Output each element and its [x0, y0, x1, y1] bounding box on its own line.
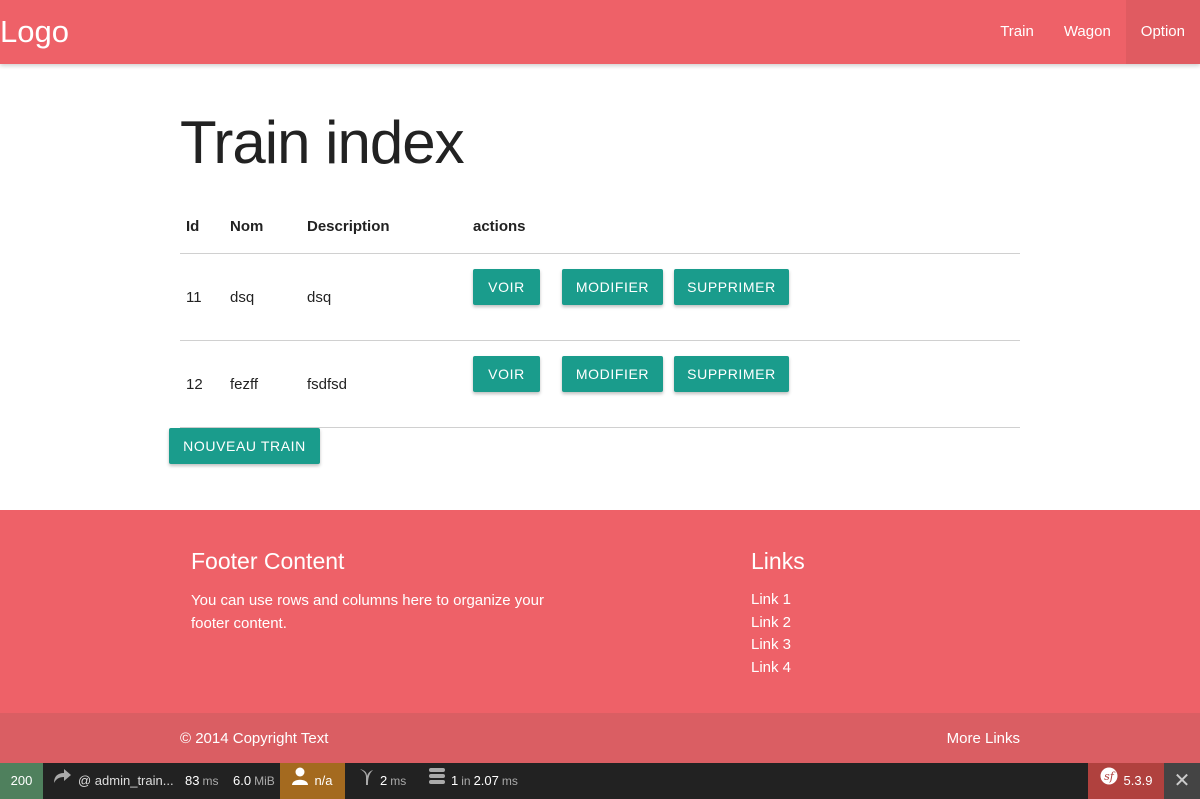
- footer-copyright-bar: © 2014 Copyright Text More Links: [0, 713, 1200, 763]
- logo[interactable]: Logo: [0, 14, 69, 50]
- twig-unit: ms: [390, 774, 407, 788]
- symfony-version-panel[interactable]: sf 5.3.9: [1088, 763, 1164, 799]
- close-icon: ✕: [1173, 770, 1191, 792]
- more-links-link[interactable]: More Links: [947, 730, 1020, 748]
- footer-link-item: Link 3: [751, 634, 791, 657]
- voir-button[interactable]: VOIR: [473, 356, 540, 392]
- close-toolbar-button[interactable]: ✕: [1164, 763, 1200, 799]
- status-code-badge[interactable]: 200: [0, 763, 43, 799]
- nav-link-train[interactable]: Train: [985, 0, 1049, 64]
- modifier-button[interactable]: MODIFIER: [562, 356, 663, 392]
- memory-value: 6.0: [233, 773, 252, 788]
- cell-id: 12: [186, 376, 203, 393]
- nav-link-wagon[interactable]: Wagon: [1049, 0, 1126, 64]
- debug-toolbar: 200 @ admin_train... 83 ms 6.0 MiB n/a 2…: [0, 763, 1200, 799]
- user-icon: [292, 763, 309, 799]
- time-panel[interactable]: 83 ms: [185, 763, 218, 799]
- supprimer-button[interactable]: SUPPRIMER: [674, 356, 789, 392]
- supprimer-button[interactable]: SUPPRIMER: [674, 269, 789, 305]
- cell-nom: fezff: [230, 376, 259, 393]
- redirect-arrow-icon: [52, 763, 72, 799]
- user-value: n/a: [314, 773, 333, 788]
- status-code: 200: [10, 773, 33, 788]
- route-name: @ admin_train...: [78, 773, 174, 788]
- footer-text: You can use rows and columns here to org…: [191, 592, 544, 632]
- footer-link-item: Link 4: [751, 657, 791, 680]
- time-unit: ms: [202, 774, 219, 788]
- column-header-description: Description: [307, 218, 390, 235]
- copyright-text: © 2014 Copyright Text: [180, 730, 329, 747]
- column-header-actions: actions: [473, 218, 526, 235]
- database-panel[interactable]: 1 in 2.07 ms: [429, 763, 518, 799]
- voir-button[interactable]: VOIR: [473, 269, 540, 305]
- navbar: Logo Train Wagon Option: [0, 0, 1200, 64]
- footer-links-title: Links: [751, 548, 805, 574]
- symfony-logo-icon: sf: [1100, 763, 1118, 799]
- cell-id: 11: [186, 289, 202, 306]
- column-header-id: Id: [186, 218, 200, 235]
- column-header-nom: Nom: [230, 218, 264, 235]
- user-panel[interactable]: n/a: [280, 763, 345, 799]
- symfony-version: 5.3.9: [1123, 773, 1153, 788]
- memory-panel[interactable]: 6.0 MiB: [233, 763, 275, 799]
- time-value: 83: [185, 773, 200, 788]
- twig-icon: [358, 763, 374, 799]
- db-in-label: in: [461, 774, 471, 788]
- route-panel[interactable]: @ admin_train...: [52, 763, 174, 799]
- footer-link-3[interactable]: Link 3: [751, 636, 791, 653]
- footer: Footer Content You can use rows and colu…: [0, 510, 1200, 713]
- nav-link-option[interactable]: Option: [1125, 0, 1200, 64]
- footer-link-item: Link 2: [751, 612, 791, 635]
- table-divider: [180, 340, 1020, 341]
- footer-link-item: Link 1: [751, 589, 791, 612]
- db-query-count: 1: [451, 773, 459, 788]
- footer-link-1[interactable]: Link 1: [751, 591, 791, 608]
- cell-description: fsdfsd: [307, 376, 348, 393]
- footer-link-2[interactable]: Link 2: [751, 614, 791, 631]
- nav-links: Train Wagon Option: [985, 0, 1200, 64]
- table-divider: [180, 253, 1020, 254]
- twig-panel[interactable]: 2 ms: [358, 763, 406, 799]
- db-time-unit: ms: [501, 774, 518, 788]
- memory-unit: MiB: [254, 774, 275, 788]
- modifier-button[interactable]: MODIFIER: [562, 269, 663, 305]
- twig-value: 2: [380, 773, 388, 788]
- db-time: 2.07: [473, 773, 499, 788]
- new-train-button[interactable]: NOUVEAU TRAIN: [169, 428, 320, 464]
- database-icon: [429, 763, 445, 799]
- cell-description: dsq: [307, 289, 332, 306]
- footer-links-list: Link 1 Link 2 Link 3 Link 4: [751, 589, 791, 680]
- footer-title: Footer Content: [191, 548, 345, 574]
- page-title: Train index: [180, 109, 465, 176]
- footer-link-4[interactable]: Link 4: [751, 659, 791, 676]
- cell-nom: dsq: [230, 289, 255, 306]
